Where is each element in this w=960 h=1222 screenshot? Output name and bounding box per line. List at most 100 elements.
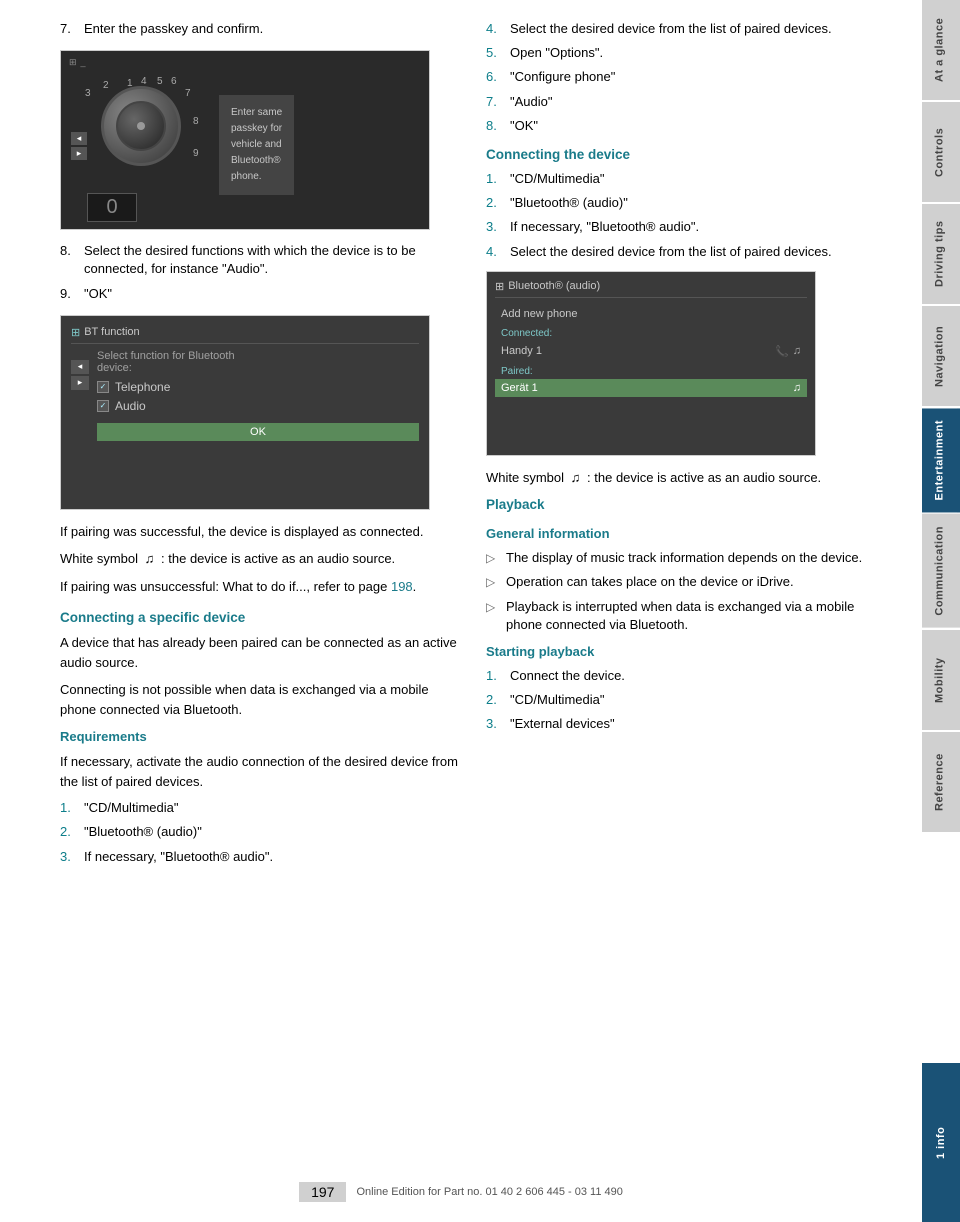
bt-audio-paired-label: Paired: [495, 362, 807, 379]
r-step-7-text: "Audio" [510, 93, 552, 111]
sidebar-tab-mobility[interactable]: Mobility [922, 630, 960, 730]
r-step-8: 8. "OK" [486, 117, 892, 135]
knob-inner [116, 101, 166, 151]
bt-audio-connected-label: Connected: [495, 324, 807, 341]
bullet-1: ▷ The display of music track information… [486, 549, 892, 567]
sidebar-tab-communication[interactable]: Communication [922, 514, 960, 628]
bullet-2: ▷ Operation can takes place on the devic… [486, 573, 892, 591]
r-step-7: 7. "Audio" [486, 93, 892, 111]
pairing-fail-page[interactable]: 198 [391, 579, 413, 594]
bt-title-icon: ⊞ [71, 326, 80, 339]
sp-step-3-text: "External devices" [510, 715, 615, 733]
sidebar-tab-entertainment[interactable]: Entertainment [922, 408, 960, 512]
connected-device-name: Handy 1 [501, 345, 542, 357]
bt-audio-label: Audio [115, 399, 146, 413]
bt-audio-option: ✓ Audio [97, 399, 419, 413]
bullet-arrow-3: ▷ [486, 599, 498, 634]
bt-audio-paired-device: Gerät 1 ♫ [495, 379, 807, 397]
sidebar-tab-reference[interactable]: Reference [922, 732, 960, 832]
req-step-3: 3. If necessary, "Bluetooth® audio". [60, 848, 466, 866]
r-step-5: 5. Open "Options". [486, 44, 892, 62]
bt-title-text: BT function [84, 326, 139, 338]
r-step-4: 4. Select the desired device from the li… [486, 20, 892, 38]
starting-playback-steps: 1. Connect the device. 2. "CD/Multimedia… [486, 667, 892, 734]
requirements-heading: Requirements [60, 729, 466, 744]
passkey-display: 0 [87, 193, 137, 222]
num-label-2: 2 [103, 80, 109, 91]
bt-audio-dialog-inner: ⊞ Bluetooth® (audio) Add new phone Conne… [487, 272, 815, 455]
passkey-instructions: Enter samepasskey forvehicle andBluetoot… [219, 95, 294, 195]
r-music-symbol: ♫ [571, 470, 581, 485]
bt-arrow-right: ▸ [71, 376, 89, 390]
cd-step-3-num: 3. [486, 218, 504, 236]
white-symbol-prefix: White symbol [60, 551, 138, 566]
req-step-2-text: "Bluetooth® (audio)" [84, 823, 202, 841]
step-9-num: 9. [60, 285, 78, 303]
sp-step-2-num: 2. [486, 691, 504, 709]
left-arrows: ◂ ▸ [71, 132, 87, 160]
page-wrapper: 7. Enter the passkey and confirm. ⊞ _ 1 … [0, 0, 960, 1222]
sidebar-tab-at-a-glance[interactable]: At a glance [922, 0, 960, 100]
bt-ok-button[interactable]: OK [97, 423, 419, 441]
sidebar-tab-driving-tips[interactable]: Driving tips [922, 204, 960, 304]
r-step-8-num: 8. [486, 117, 504, 135]
bt-nav-arrows: ◂ ▸ [71, 360, 89, 390]
bt-audio-checkbox: ✓ [97, 400, 109, 412]
para-white-symbol: White symbol ♫ : the device is active as… [60, 549, 466, 569]
paired-device-icon: ♫ [793, 382, 801, 394]
num-label-6: 6 [171, 76, 177, 87]
num-label-8: 8 [193, 116, 199, 127]
pairing-fail-text: If pairing was unsuccessful: What to do … [60, 579, 387, 594]
req-step-1-text: "CD/Multimedia" [84, 799, 178, 817]
starting-playback-heading: Starting playback [486, 644, 892, 659]
cd-step-4-num: 4. [486, 243, 504, 261]
bt-dialog: ⊞ BT function ◂ ▸ Select function for Bl… [61, 316, 429, 509]
para-pairing-success: If pairing was successful, the device is… [60, 522, 466, 542]
cd-step-1-num: 1. [486, 170, 504, 188]
phone-icon: 📞 [775, 345, 789, 358]
num-label-7: 7 [185, 88, 191, 99]
r-white-symbol-prefix: White symbol [486, 470, 564, 485]
num-label-5: 5 [157, 76, 163, 87]
bt-audio-icon: ⊞ [495, 280, 504, 293]
cd-step-4-text: Select the desired device from the list … [510, 243, 832, 261]
page-number: 197 [299, 1182, 346, 1202]
connecting-device-steps: 1. "CD/Multimedia" 2. "Bluetooth® (audio… [486, 170, 892, 261]
bt-telephone-option: ✓ Telephone [97, 380, 419, 394]
para-pairing-fail: If pairing was unsuccessful: What to do … [60, 577, 466, 597]
sp-step-3: 3. "External devices" [486, 715, 892, 733]
passkey-screenshot: ⊞ _ 1 2 3 4 5 6 7 8 9 [60, 50, 430, 230]
bt-arrow-left: ◂ [71, 360, 89, 374]
cd-step-1-text: "CD/Multimedia" [510, 170, 604, 188]
bt-audio-connected-device: Handy 1 📞 ♫ [495, 341, 807, 362]
bullet-arrow-1: ▷ [486, 550, 498, 567]
r-step-5-text: Open "Options". [510, 44, 603, 62]
para-already-paired: A device that has already been paired ca… [60, 633, 466, 672]
connecting-device-heading: Connecting the device [486, 147, 892, 162]
pairing-fail-dot: . [413, 579, 417, 594]
r-step-6-num: 6. [486, 68, 504, 86]
bt-dialog-title: ⊞ BT function [71, 326, 419, 344]
r-step-7-num: 7. [486, 93, 504, 111]
step-9: 9. "OK" [60, 285, 466, 303]
sp-step-2-text: "CD/Multimedia" [510, 691, 604, 709]
bullet-list: ▷ The display of music track information… [486, 549, 892, 634]
bullet-text-2: Operation can takes place on the device … [506, 573, 794, 591]
info-tab[interactable]: 1 info [922, 1063, 960, 1222]
section-connecting-heading: Connecting a specific device [60, 610, 466, 625]
step-7-text: Enter the passkey and confirm. [84, 20, 263, 38]
arrow-down: ▸ [71, 147, 87, 160]
bt-function-screenshot: ⊞ BT function ◂ ▸ Select function for Bl… [60, 315, 430, 510]
sidebar-tab-controls[interactable]: Controls [922, 102, 960, 202]
right-column: 4. Select the desired device from the li… [486, 20, 892, 1182]
sidebar-tab-navigation[interactable]: Navigation [922, 306, 960, 406]
bt-audio-title: ⊞ Bluetooth® (audio) [495, 280, 807, 298]
bt-options: Select function for Bluetoothdevice: ✓ T… [97, 350, 419, 441]
cd-step-1: 1. "CD/Multimedia" [486, 170, 892, 188]
bt-audio-screenshot: ⊞ Bluetooth® (audio) Add new phone Conne… [486, 271, 816, 456]
bt-dialog-body: ◂ ▸ Select function for Bluetoothdevice:… [71, 350, 419, 441]
r-step-4-text: Select the desired device from the list … [510, 20, 832, 38]
num-label-3: 3 [85, 88, 91, 99]
bt-telephone-checkbox: ✓ [97, 381, 109, 393]
cd-step-2-text: "Bluetooth® (audio)" [510, 194, 628, 212]
